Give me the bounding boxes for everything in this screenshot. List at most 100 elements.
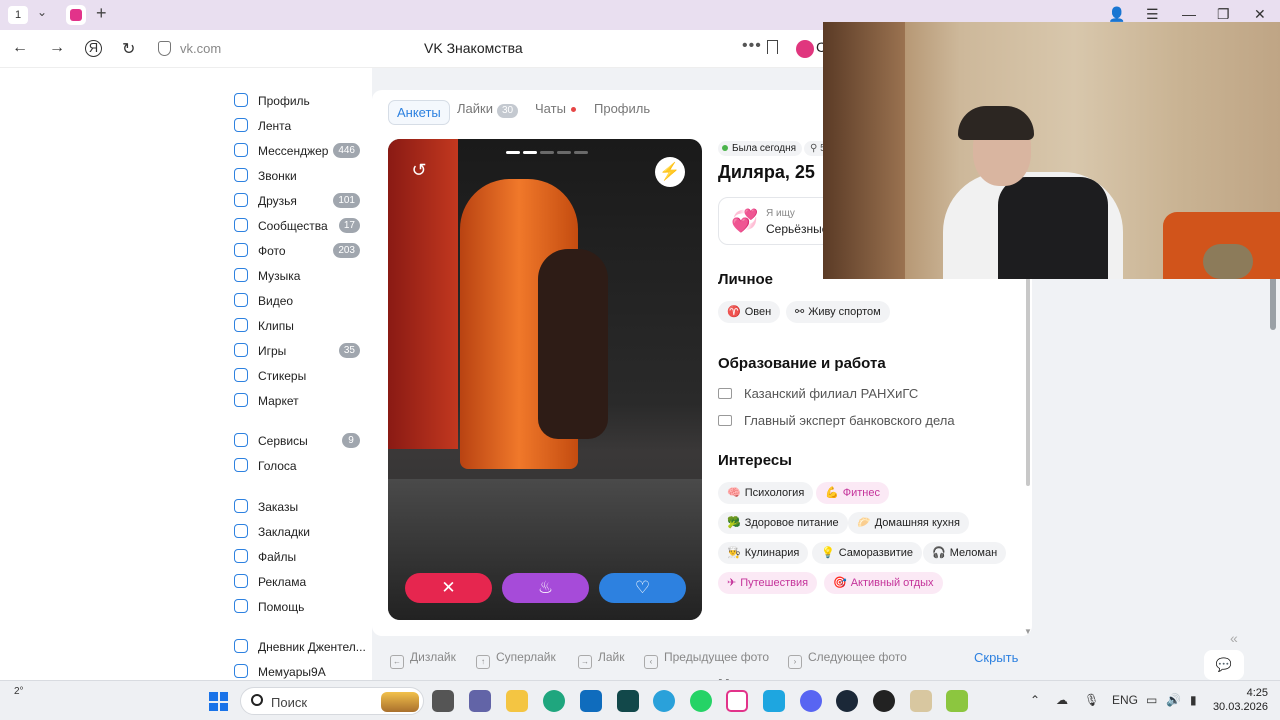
yandex-icon[interactable]: Я [85, 40, 102, 57]
sidebar-item[interactable]: Файлы [232, 546, 364, 568]
vk-dating-tab[interactable] [66, 5, 86, 25]
back-icon[interactable]: ← [12, 39, 28, 57]
photo-progress-segment [523, 151, 537, 154]
microphone-icon[interactable]: 🎙 [1084, 693, 1099, 707]
sidebar-item[interactable]: Помощь [232, 596, 364, 618]
chevron-down-icon[interactable]: ⌄ [37, 5, 47, 19]
chat-bubble-icon[interactable]: 💬 [1204, 650, 1244, 680]
hotkey-prev-photo[interactable]: ‹ Предыдущее фото [644, 650, 769, 669]
undo-icon[interactable]: ↺ [406, 157, 432, 183]
sidebar-item[interactable]: Видео [232, 290, 364, 312]
sidebar-item-icon [234, 243, 248, 257]
menu-icon[interactable]: ☰ [1146, 6, 1159, 23]
minimize-icon[interactable]: — [1182, 6, 1196, 22]
online-status: Была сегодня [718, 141, 803, 156]
collapse-icon[interactable]: « [1230, 630, 1238, 646]
reload-icon[interactable]: ↻ [122, 39, 135, 59]
tab-chats[interactable]: Чаты [535, 101, 576, 116]
sidebar-item-label: Музыка [258, 269, 301, 283]
clock[interactable]: 4:25 30.03.2026 [1212, 686, 1268, 714]
windows-start-icon[interactable] [209, 692, 228, 711]
sidebar-item[interactable]: Профиль [232, 90, 364, 112]
like-button[interactable]: ♡ [599, 573, 686, 603]
archive-icon[interactable] [946, 690, 968, 712]
sidebar-item-badge: 446 [333, 143, 360, 158]
location-pin-icon: ⚲ [810, 143, 821, 154]
url-field[interactable]: vk.com [180, 41, 221, 56]
sidebar-item[interactable]: Лента [232, 115, 364, 137]
shield-icon[interactable] [158, 41, 171, 56]
sidebar-item[interactable]: Мессенджер 446 [232, 140, 364, 162]
steam-icon[interactable] [836, 690, 858, 712]
whatsapp-icon[interactable] [690, 690, 712, 712]
profile-icon[interactable]: 👤 [1108, 6, 1125, 23]
restore-icon[interactable]: ❐ [1217, 6, 1230, 23]
sidebar-item[interactable]: Дневник Джентел... [232, 636, 366, 658]
tab-counter[interactable]: 1 [8, 6, 28, 24]
sidebar-item[interactable]: Звонки [232, 165, 364, 187]
store-icon[interactable] [580, 690, 602, 712]
sidebar-item-label: Профиль [258, 94, 310, 108]
tab-likes[interactable]: Лайки 30 [457, 101, 519, 118]
close-icon[interactable]: ✕ [1254, 6, 1266, 23]
interest-label: Фитнес [842, 487, 880, 499]
cloud-icon[interactable]: ☁ [1056, 693, 1068, 707]
vk-messenger-icon[interactable] [763, 690, 785, 712]
interest-icon: 🎧 [932, 547, 946, 559]
sidebar-item[interactable]: Клипы [232, 315, 364, 337]
webcam-overlay[interactable] [823, 22, 1280, 279]
taskbar-search[interactable]: Поиск [240, 687, 424, 715]
boost-icon[interactable]: ⚡ [655, 157, 685, 187]
battery-icon[interactable]: ▮ [1190, 693, 1197, 707]
hotkey-next-photo[interactable]: › Следующее фото [788, 650, 907, 669]
sidebar-item[interactable]: Голоса [232, 455, 364, 477]
language-indicator[interactable]: ENG [1112, 693, 1138, 707]
sidebar-item-icon [234, 118, 248, 132]
tab-profile[interactable]: Профиль [594, 101, 650, 116]
hotkey-like[interactable]: → Лайк [578, 650, 625, 669]
sidebar-item[interactable]: Заказы [232, 496, 364, 518]
sidebar-item[interactable]: Реклама [232, 571, 364, 593]
page-scrollbar[interactable] [1270, 270, 1276, 330]
profile-photo[interactable]: ↺ ⚡ ✕ ♨ ♡ [388, 139, 702, 620]
bookmark-icon[interactable] [767, 40, 778, 54]
sidebar-item[interactable]: Фото 203 [232, 240, 364, 262]
hotkey-dislike[interactable]: ← Дизлайк [390, 650, 456, 669]
more-icon[interactable]: ••• [742, 37, 762, 55]
superlike-button[interactable]: ♨ [502, 573, 589, 603]
sidebar-item[interactable]: Стикеры [232, 365, 364, 387]
sidebar-item[interactable]: Друзья 101 [232, 190, 364, 212]
notes-icon[interactable] [910, 690, 932, 712]
pycharm-icon[interactable] [617, 690, 639, 712]
hide-hotkeys-link[interactable]: Скрыть [974, 650, 1018, 665]
scroll-down-icon[interactable]: ▼ [1024, 627, 1032, 636]
network-icon[interactable]: ▭ [1146, 693, 1157, 707]
explorer-icon[interactable] [506, 690, 528, 712]
sidebar-item[interactable]: Закладки [232, 521, 364, 543]
interest-icon: 🥦 [727, 517, 741, 529]
sidebar-item[interactable]: Музыка [232, 265, 364, 287]
alisa-icon[interactable] [796, 40, 814, 58]
forward-icon[interactable]: → [49, 39, 65, 57]
discord-icon[interactable] [800, 690, 822, 712]
interest-label: Кулинария [744, 547, 800, 559]
task-view-icon[interactable] [432, 690, 454, 712]
telegram-icon[interactable] [653, 690, 675, 712]
yandex-browser-icon[interactable] [726, 690, 748, 712]
sidebar-item[interactable]: Маркет [232, 390, 364, 412]
tab-ankety[interactable]: Анкеты [388, 100, 450, 125]
edge-icon[interactable] [543, 690, 565, 712]
sidebar-item[interactable]: Игры 35 [232, 340, 364, 362]
new-tab-icon[interactable]: + [96, 3, 107, 24]
dislike-button[interactable]: ✕ [405, 573, 492, 603]
volume-icon[interactable]: 🔊 [1166, 693, 1181, 707]
game-icon[interactable] [873, 690, 895, 712]
teams-icon[interactable] [469, 690, 491, 712]
interest-label: Домашняя кухня [874, 517, 960, 529]
weather-widget[interactable]: 2° [14, 686, 24, 697]
card-scrollbar[interactable] [1026, 278, 1030, 486]
tray-expand-icon[interactable]: ⌃ [1030, 693, 1040, 707]
hotkey-superlike[interactable]: ↑ Суперлайк [476, 650, 556, 669]
sidebar-item[interactable]: Сообщества 17 [232, 215, 364, 237]
sidebar-item[interactable]: Сервисы 9 [232, 430, 364, 452]
